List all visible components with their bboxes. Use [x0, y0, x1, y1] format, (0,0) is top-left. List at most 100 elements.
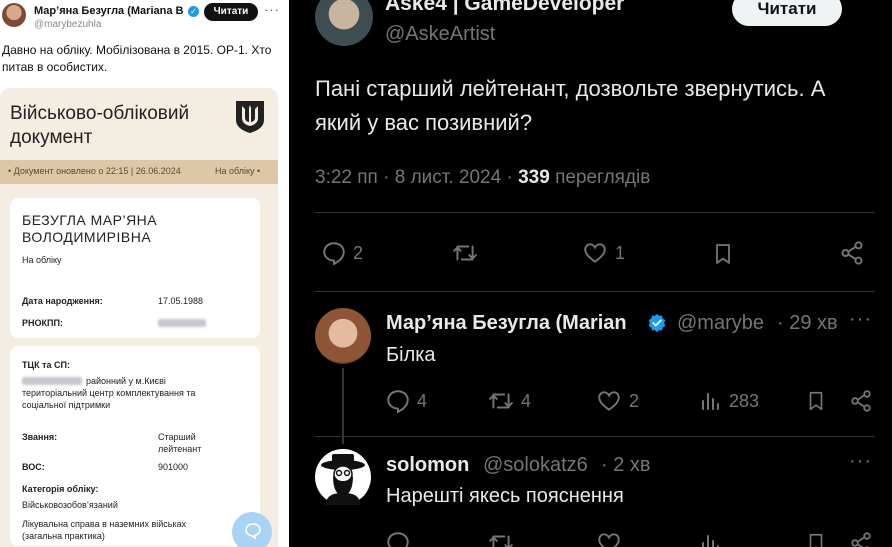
reply-button[interactable]: 2: [321, 240, 363, 266]
retweet-icon: [453, 245, 477, 261]
reply-time[interactable]: · 2 хв: [601, 454, 651, 477]
rank-label: Звання:: [22, 432, 58, 442]
views-button[interactable]: 283: [699, 388, 759, 414]
commission-line1: Лікувальна справа в наземних військах: [22, 519, 187, 529]
bookmark-icon: [809, 391, 823, 411]
views-label: переглядів: [555, 167, 651, 188]
reply-author-name[interactable]: Мар’яна Безугла (Marian: [386, 312, 627, 335]
reply-icon: [387, 390, 409, 414]
status-value: На обліку: [22, 255, 62, 265]
vos-label: ВОС:: [22, 462, 45, 472]
rnokpp-label: РНОКПП:: [22, 318, 63, 328]
reply-author-name[interactable]: solomon: [386, 454, 469, 477]
views-count: 339: [518, 167, 550, 188]
share-icon: [851, 390, 871, 412]
tck-value-line3: соціальної підтримки: [22, 400, 111, 410]
like-button[interactable]: 1: [581, 240, 625, 266]
views-button[interactable]: [699, 530, 723, 547]
follow-button[interactable]: Читати: [204, 3, 258, 21]
document-title: Військово-обліковий документ: [10, 103, 190, 148]
reply-count: 2: [353, 242, 364, 263]
tweet-time[interactable]: 3:22 пп · 8 лист. 2024 ·: [315, 167, 513, 188]
document-status-right: На обліку •: [215, 166, 261, 176]
heart-icon: [598, 533, 620, 547]
reply-avatar[interactable]: [315, 308, 371, 364]
author-name[interactable]: Мар’яна Безугла (Mariana Be: [34, 5, 184, 17]
tweet-text: Пані старший лейтенант, дозвольте зверну…: [315, 76, 826, 135]
document-updated-label: • Документ оновлено о 22:15 | 26.06.2024: [8, 166, 181, 176]
dob-value: 17.05.1988: [158, 296, 204, 306]
like-count: 2: [629, 390, 640, 411]
more-options-icon[interactable]: ···: [849, 450, 872, 473]
retweet-count: 4: [521, 390, 532, 411]
share-button[interactable]: [839, 240, 865, 266]
reply-button[interactable]: 4: [385, 388, 427, 414]
author-avatar[interactable]: [315, 0, 373, 46]
bookmark-icon: [809, 533, 823, 547]
person-name: БЕЗУГЛА МАР’ЯНА ВОЛОДИМИРІВНА: [22, 212, 157, 246]
thread-connector: [342, 368, 344, 444]
tck-value-line2: територіальний центр комплектування та: [22, 388, 196, 398]
divider-line: [315, 291, 875, 292]
like-button[interactable]: 2: [595, 388, 639, 414]
reply-author-handle[interactable]: @solokatz6: [483, 454, 588, 477]
person-name-line2: ВОЛОДИМИРІВНА: [22, 229, 152, 245]
post-text: Давно на обліку. Мобілізована в 2015. ОР…: [2, 43, 272, 74]
bookmark-icon: [716, 244, 730, 264]
author-handle[interactable]: @marybezuhla: [34, 19, 101, 30]
chat-bubble-icon: [245, 523, 261, 540]
share-icon: [841, 241, 863, 265]
dob-label: Дата народження:: [22, 296, 103, 306]
category-label: Категорія обліку:: [22, 484, 99, 494]
right-screenshot-panel: Aske4 | GameDeveloper @AskeArtist Читати…: [289, 0, 892, 547]
divider-line: [315, 212, 875, 213]
share-button[interactable]: [849, 388, 873, 414]
reply-icon: [323, 242, 345, 266]
analytics-icon: [702, 393, 719, 410]
tck-label: ТЦК та СП:: [22, 360, 70, 370]
share-button[interactable]: [849, 530, 873, 547]
chat-button[interactable]: [232, 512, 272, 547]
like-button[interactable]: [595, 530, 623, 547]
tweet-meta: 3:22 пп · 8 лист. 2024 · 339 переглядів: [315, 167, 650, 189]
bookmark-button[interactable]: [711, 240, 735, 268]
commission-line2: (загальна практика): [22, 531, 105, 541]
retweet-button[interactable]: [451, 240, 479, 266]
more-options-icon[interactable]: ···: [849, 308, 872, 331]
reply-count: 4: [417, 390, 428, 411]
heart-icon: [584, 243, 606, 263]
follow-button[interactable]: Читати: [732, 0, 842, 26]
reply-author-handle[interactable]: @marybe: [677, 312, 764, 335]
verified-badge-icon: ✓: [188, 6, 199, 17]
more-options-icon[interactable]: ···: [264, 2, 280, 17]
reply-text: Нарешті якесь пояснення: [386, 485, 624, 507]
reply-time[interactable]: · 29 хв: [777, 312, 838, 335]
reply-button[interactable]: [385, 530, 411, 547]
like-count: 1: [615, 242, 626, 263]
bookmark-button[interactable]: [805, 388, 827, 414]
analytics-icon: [702, 535, 719, 547]
author-avatar[interactable]: [2, 3, 26, 27]
retweet-button[interactable]: [487, 530, 515, 547]
category-value: Військовозобов’язаний: [22, 500, 118, 510]
reply-avatar[interactable]: [315, 449, 371, 505]
hat-man-avatar-icon: [321, 454, 365, 505]
person-name-line1: БЕЗУГЛА МАР’ЯНА: [22, 212, 158, 228]
share-icon: [851, 532, 871, 547]
views-count: 283: [729, 390, 760, 411]
reply-text: Білка: [386, 344, 436, 366]
retweet-button[interactable]: 4: [487, 388, 531, 414]
retweet-icon: [489, 393, 513, 409]
rank-value-line1: Старший: [158, 432, 196, 442]
divider-line: [315, 436, 875, 437]
reply-icon: [387, 532, 409, 547]
heart-icon: [598, 391, 620, 411]
retweet-icon: [489, 535, 513, 547]
vos-value: 901000: [158, 462, 189, 472]
author-name[interactable]: Aske4 | GameDeveloper: [385, 0, 624, 16]
author-handle[interactable]: @AskeArtist: [385, 23, 495, 46]
trident-emblem-icon: [236, 101, 264, 133]
redacted-district: [22, 377, 82, 385]
bookmark-button[interactable]: [805, 530, 827, 547]
verified-badge-icon: [648, 313, 666, 333]
